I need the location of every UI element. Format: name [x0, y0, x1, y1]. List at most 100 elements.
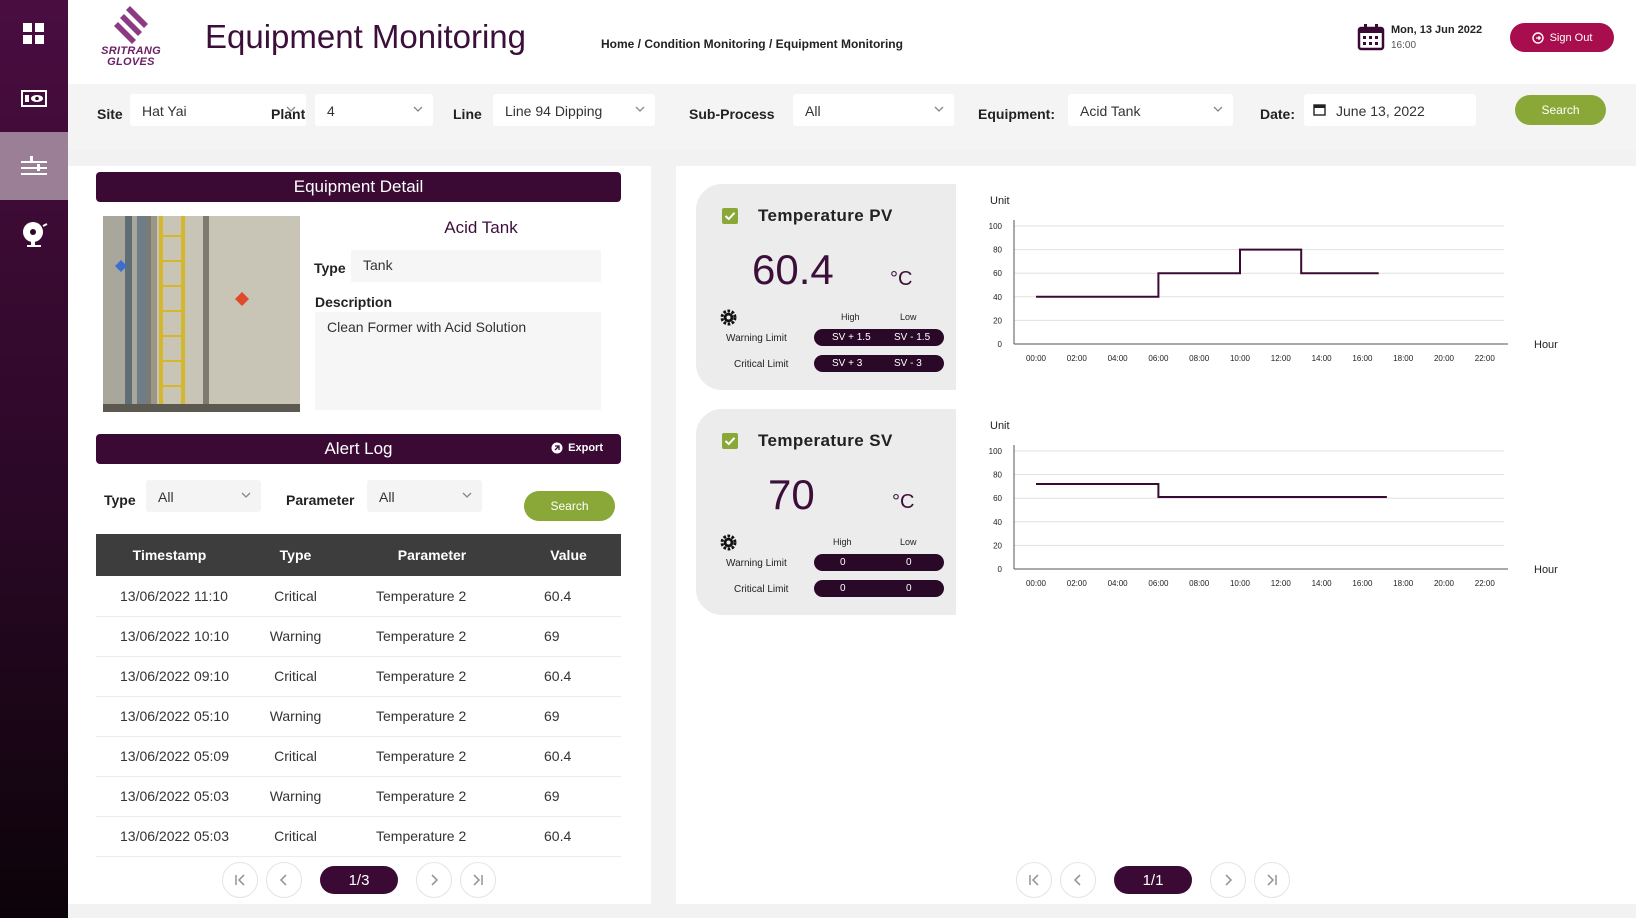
- cell-timestamp: 13/06/2022 05:03: [96, 816, 243, 857]
- first-page-button[interactable]: [222, 862, 258, 898]
- grid-icon: [23, 23, 44, 44]
- table-row[interactable]: 13/06/2022 09:10 Critical Temperature 2 60.…: [96, 656, 621, 697]
- checkbox-checked[interactable]: [722, 208, 738, 224]
- alert-type-select[interactable]: All: [146, 480, 261, 512]
- x-tick-label: 04:00: [1108, 579, 1129, 588]
- sliders-icon: [21, 156, 47, 175]
- cell-type: Warning: [243, 776, 348, 817]
- card-summary: Temperature SV 70 °C High Low Warning Li…: [696, 409, 956, 615]
- x-tick-label: 00:00: [1026, 579, 1047, 588]
- chevron-down-icon: [934, 106, 944, 112]
- breadcrumb: Home / Condition Monitoring / Equipment …: [601, 37, 903, 51]
- table-row[interactable]: 13/06/2022 10:10 Warning Temperature 2 69: [96, 616, 621, 657]
- last-page-icon: [1267, 874, 1277, 886]
- prev-page-button[interactable]: [266, 862, 302, 898]
- table-row[interactable]: 13/06/2022 05:09 Critical Temperature 2 60.…: [96, 736, 621, 777]
- equipment-photo: [103, 216, 300, 412]
- table-row[interactable]: 13/06/2022 05:10 Warning Temperature 2 69: [96, 696, 621, 737]
- alert-search-button[interactable]: Search: [524, 491, 615, 521]
- alert-table: Timestamp Type Parameter Value 13/06/202…: [96, 534, 621, 857]
- warning-low: 0: [906, 557, 912, 568]
- cell-value: 60.4: [516, 576, 621, 617]
- cell-type: Warning: [243, 696, 348, 737]
- export-icon: [551, 442, 563, 454]
- series-line: [1036, 483, 1387, 499]
- cell-parameter: Temperature 2: [348, 776, 516, 817]
- x-tick-label: 02:00: [1067, 354, 1088, 363]
- date-label: Date:: [1260, 106, 1296, 122]
- column-header-value[interactable]: Value: [516, 534, 621, 576]
- export-button[interactable]: Export: [551, 442, 603, 454]
- cell-timestamp: 13/06/2022 05:10: [96, 696, 243, 737]
- y-tick-label: 0: [998, 565, 1003, 574]
- sidebar-item-alarm[interactable]: [0, 200, 68, 268]
- sidebar-item-condition[interactable]: [0, 132, 68, 200]
- last-page-button[interactable]: [1254, 862, 1290, 898]
- line-select[interactable]: Line 94 Dipping: [493, 94, 655, 126]
- filter-search-button[interactable]: Search: [1515, 95, 1606, 125]
- high-header: High: [833, 537, 852, 547]
- card-summary: Temperature PV 60.4 °C High Low Warning …: [696, 184, 956, 390]
- equipment-select[interactable]: Acid Tank: [1068, 94, 1233, 126]
- y-tick-label: 20: [993, 541, 1002, 550]
- x-tick-label: 16:00: [1352, 354, 1373, 363]
- alert-type-value: All: [158, 489, 174, 505]
- first-page-button[interactable]: [1016, 862, 1052, 898]
- chart-pagination: 1/1: [1016, 862, 1298, 898]
- x-tick-label: 06:00: [1148, 579, 1169, 588]
- y-tick-label: 60: [993, 269, 1002, 278]
- plant-select[interactable]: 4: [315, 94, 433, 126]
- next-page-button[interactable]: [416, 862, 452, 898]
- sidebar-item-dashboard[interactable]: [0, 0, 68, 68]
- column-header-type[interactable]: Type: [243, 534, 348, 576]
- table-row[interactable]: 13/06/2022 11:10 Critical Temperature 2 60.…: [96, 576, 621, 617]
- x-tick-label: 16:00: [1352, 579, 1373, 588]
- y-axis-label: Unit: [990, 195, 1010, 207]
- cell-value: 69: [516, 696, 621, 737]
- warning-high: SV + 1.5: [832, 332, 871, 343]
- x-tick-label: 12:00: [1271, 354, 1292, 363]
- header: SRITRANG GLOVES Equipment Monitoring Hom…: [68, 0, 1636, 84]
- parameter-card-pv: Temperature PV 60.4 °C High Low Warning …: [696, 184, 1613, 390]
- parameter-select[interactable]: All: [367, 480, 482, 512]
- export-label: Export: [568, 442, 603, 454]
- prev-page-button[interactable]: [1060, 862, 1096, 898]
- cell-type: Critical: [243, 656, 348, 697]
- x-tick-label: 08:00: [1189, 579, 1210, 588]
- parameter-label: Parameter: [286, 492, 355, 508]
- y-tick-label: 40: [993, 293, 1002, 302]
- chart-area: Unit Hour 0 20 40 60 80 100 00:00 02:00 04:00 06:00…: [956, 409, 1613, 615]
- current-value: 70: [768, 471, 815, 518]
- sidebar-item-monitoring[interactable]: [0, 65, 68, 133]
- date-picker[interactable]: June 13, 2022: [1304, 94, 1476, 126]
- gear-icon[interactable]: [720, 309, 737, 326]
- equipment-name: Acid Tank: [444, 218, 518, 237]
- table-header-row: Timestamp Type Parameter Value: [96, 534, 621, 576]
- table-row[interactable]: 13/06/2022 05:03 Critical Temperature 2 60.…: [96, 816, 621, 857]
- last-page-button[interactable]: [460, 862, 496, 898]
- value-unit: °C: [890, 268, 913, 290]
- cell-value: 60.4: [516, 816, 621, 857]
- x-axis-label: Hour: [1534, 339, 1558, 351]
- equipment-label: Equipment:: [978, 106, 1055, 122]
- x-tick-label: 22:00: [1475, 579, 1496, 588]
- cell-parameter: Temperature 2: [348, 656, 516, 697]
- y-tick-label: 0: [998, 340, 1003, 349]
- column-header-parameter[interactable]: Parameter: [348, 534, 516, 576]
- cell-type: Critical: [243, 816, 348, 857]
- sign-out-button[interactable]: Sign Out: [1510, 23, 1614, 52]
- cell-type: Warning: [243, 616, 348, 657]
- chevron-left-icon: [1073, 874, 1081, 886]
- cell-parameter: Temperature 2: [348, 816, 516, 857]
- next-page-button[interactable]: [1210, 862, 1246, 898]
- chevron-right-icon: [1225, 874, 1233, 886]
- cell-timestamp: 13/06/2022 05:03: [96, 776, 243, 817]
- column-header-timestamp[interactable]: Timestamp: [96, 534, 243, 576]
- gear-icon[interactable]: [720, 534, 737, 551]
- cell-parameter: Temperature 2: [348, 616, 516, 657]
- cell-timestamp: 13/06/2022 09:10: [96, 656, 243, 697]
- checkbox-checked[interactable]: [722, 433, 738, 449]
- subprocess-select[interactable]: All: [793, 94, 954, 126]
- x-tick-label: 02:00: [1067, 579, 1088, 588]
- table-row[interactable]: 13/06/2022 05:03 Warning Temperature 2 69: [96, 776, 621, 817]
